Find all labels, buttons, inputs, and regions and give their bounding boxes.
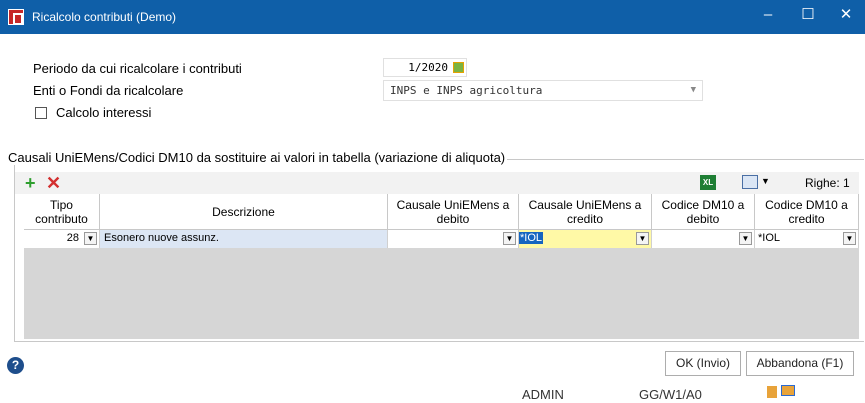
col-header-dm10-credito[interactable]: Codice DM10 a credito	[755, 194, 859, 230]
enti-select[interactable]: INPS e INPS agricoltura ▼	[383, 80, 703, 101]
title-bar: Ricalcolo contributi (Demo) – ☐ ✕	[0, 0, 865, 34]
col-header-descrizione[interactable]: Descrizione	[100, 194, 388, 230]
status-user: ADMIN	[522, 387, 564, 402]
chevron-down-icon[interactable]: ▼	[739, 232, 752, 245]
enti-value: INPS e INPS agricoltura	[390, 84, 543, 97]
chevron-down-icon[interactable]: ▼	[503, 232, 516, 245]
calcolo-interessi-checkbox[interactable]	[35, 107, 47, 119]
calcolo-interessi-label: Calcolo interessi	[56, 105, 152, 120]
status-code: GG/W1/A0	[639, 387, 702, 402]
dm10-credito-value: *IOL	[758, 232, 781, 244]
period-label: Periodo da cui ricalcolare i contributi	[33, 61, 242, 76]
ok-button[interactable]: OK (Invio)	[665, 351, 741, 376]
window-title: Ricalcolo contributi (Demo)	[32, 10, 177, 24]
col-header-tipo[interactable]: Tipo contributo	[24, 194, 100, 230]
row-count: Righe: 1	[805, 176, 850, 190]
chevron-down-icon[interactable]: ▼	[84, 232, 97, 245]
grid-toolbar: + ✕ XL ▼ Righe: 1	[15, 172, 859, 194]
chevron-down-icon[interactable]: ▼	[636, 232, 649, 245]
delete-row-button[interactable]: ✕	[46, 172, 61, 194]
period-value: 1/2020	[408, 61, 448, 74]
causale-debito-cell[interactable]: ▼	[388, 230, 519, 248]
pencil-icon	[767, 386, 777, 398]
period-input[interactable]: 1/2020	[383, 58, 467, 77]
monitor-icon	[781, 385, 795, 396]
abandon-button[interactable]: Abbandona (F1)	[746, 351, 854, 376]
enti-label: Enti o Fondi da ricalcolare	[33, 83, 184, 98]
chevron-down-icon[interactable]: ▼	[843, 232, 856, 245]
dm10-credito-cell[interactable]: *IOL ▼	[755, 230, 859, 248]
app-icon	[8, 9, 24, 25]
chevron-down-icon: ▼	[690, 85, 696, 95]
col-header-dm10-debito[interactable]: Codice DM10 a debito	[652, 194, 755, 230]
causale-credito-value: *IOL	[519, 232, 544, 244]
tipo-cell: 28	[66, 232, 79, 244]
col-header-causale-credito[interactable]: Causale UniEMens a credito	[519, 194, 652, 230]
add-row-button[interactable]: +	[25, 172, 36, 194]
maximize-button[interactable]: ☐	[789, 0, 827, 34]
columns-dropdown-icon[interactable]: ▼	[761, 176, 770, 186]
table-row[interactable]: 28 ▼	[24, 230, 100, 248]
col-header-causale-debito[interactable]: Causale UniEMens a debito	[388, 194, 519, 230]
dm10-debito-cell[interactable]: ▼	[652, 230, 755, 248]
excel-export-icon[interactable]: XL	[700, 175, 716, 190]
columns-icon[interactable]	[742, 175, 758, 189]
descrizione-cell[interactable]: Esonero nuove assunz.	[100, 230, 388, 248]
calendar-icon[interactable]	[453, 62, 464, 73]
minimize-button[interactable]: –	[749, 0, 787, 34]
group-title: Causali UniEMens/Codici DM10 da sostitui…	[6, 150, 508, 165]
close-button[interactable]: ✕	[827, 0, 865, 34]
help-icon[interactable]: ?	[7, 357, 24, 374]
causale-credito-cell[interactable]: *IOL ▼	[519, 230, 652, 248]
contributi-grid: Tipo contributo Descrizione Causale UniE…	[24, 194, 859, 339]
